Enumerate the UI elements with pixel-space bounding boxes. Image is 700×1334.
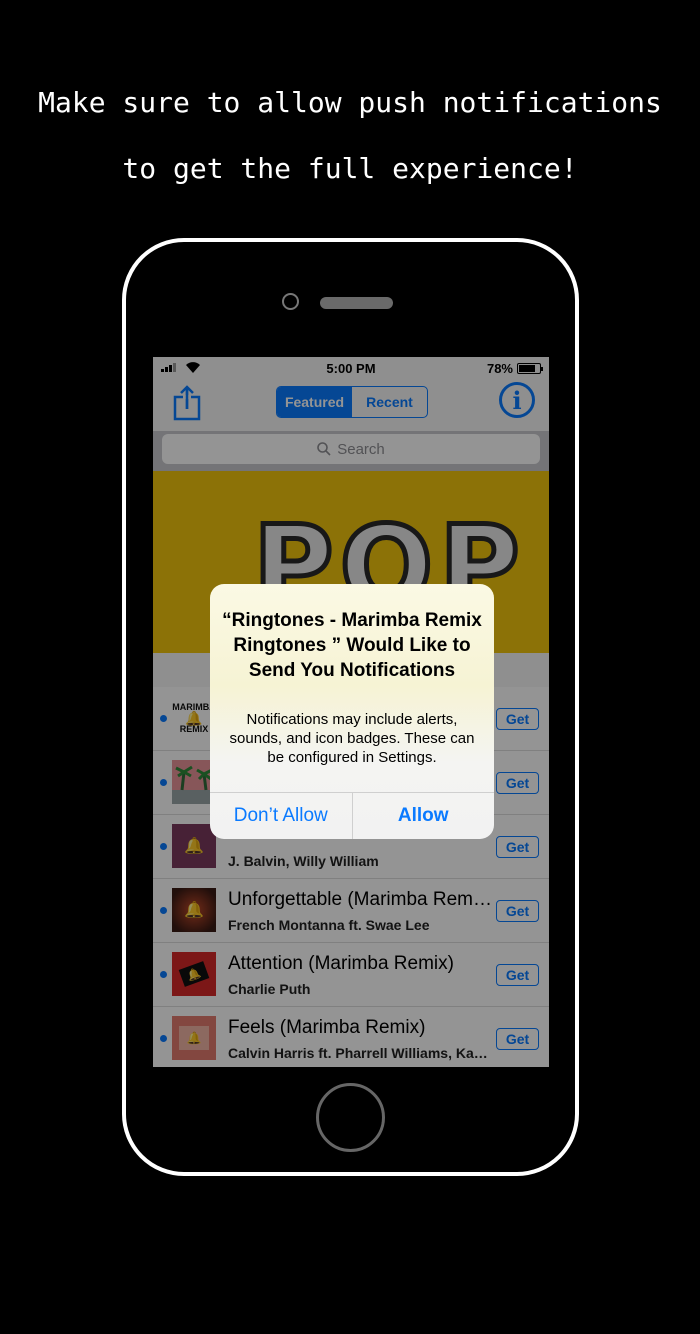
promo-line-1: Make sure to allow push notifications: [38, 86, 662, 119]
alert-title: “Ringtones - Marimba Remix Ringtones ” W…: [222, 610, 482, 681]
allow-button[interactable]: Allow: [351, 793, 495, 839]
home-button[interactable]: [316, 1083, 385, 1152]
camera-icon: [282, 293, 299, 310]
alert-buttons: Don’t Allow Allow: [210, 792, 494, 839]
promo-line-2: to get the full experience!: [122, 152, 578, 185]
speaker-grille: [320, 297, 393, 309]
phone-screen: 5:00 PM 78% Featured Recent i Search POP: [153, 357, 549, 1067]
dont-allow-button[interactable]: Don’t Allow: [210, 793, 352, 839]
alert-message: Notifications may include alerts, sounds…: [229, 711, 475, 766]
notification-permission-alert: “Ringtones - Marimba Remix Ringtones ” W…: [210, 584, 494, 839]
